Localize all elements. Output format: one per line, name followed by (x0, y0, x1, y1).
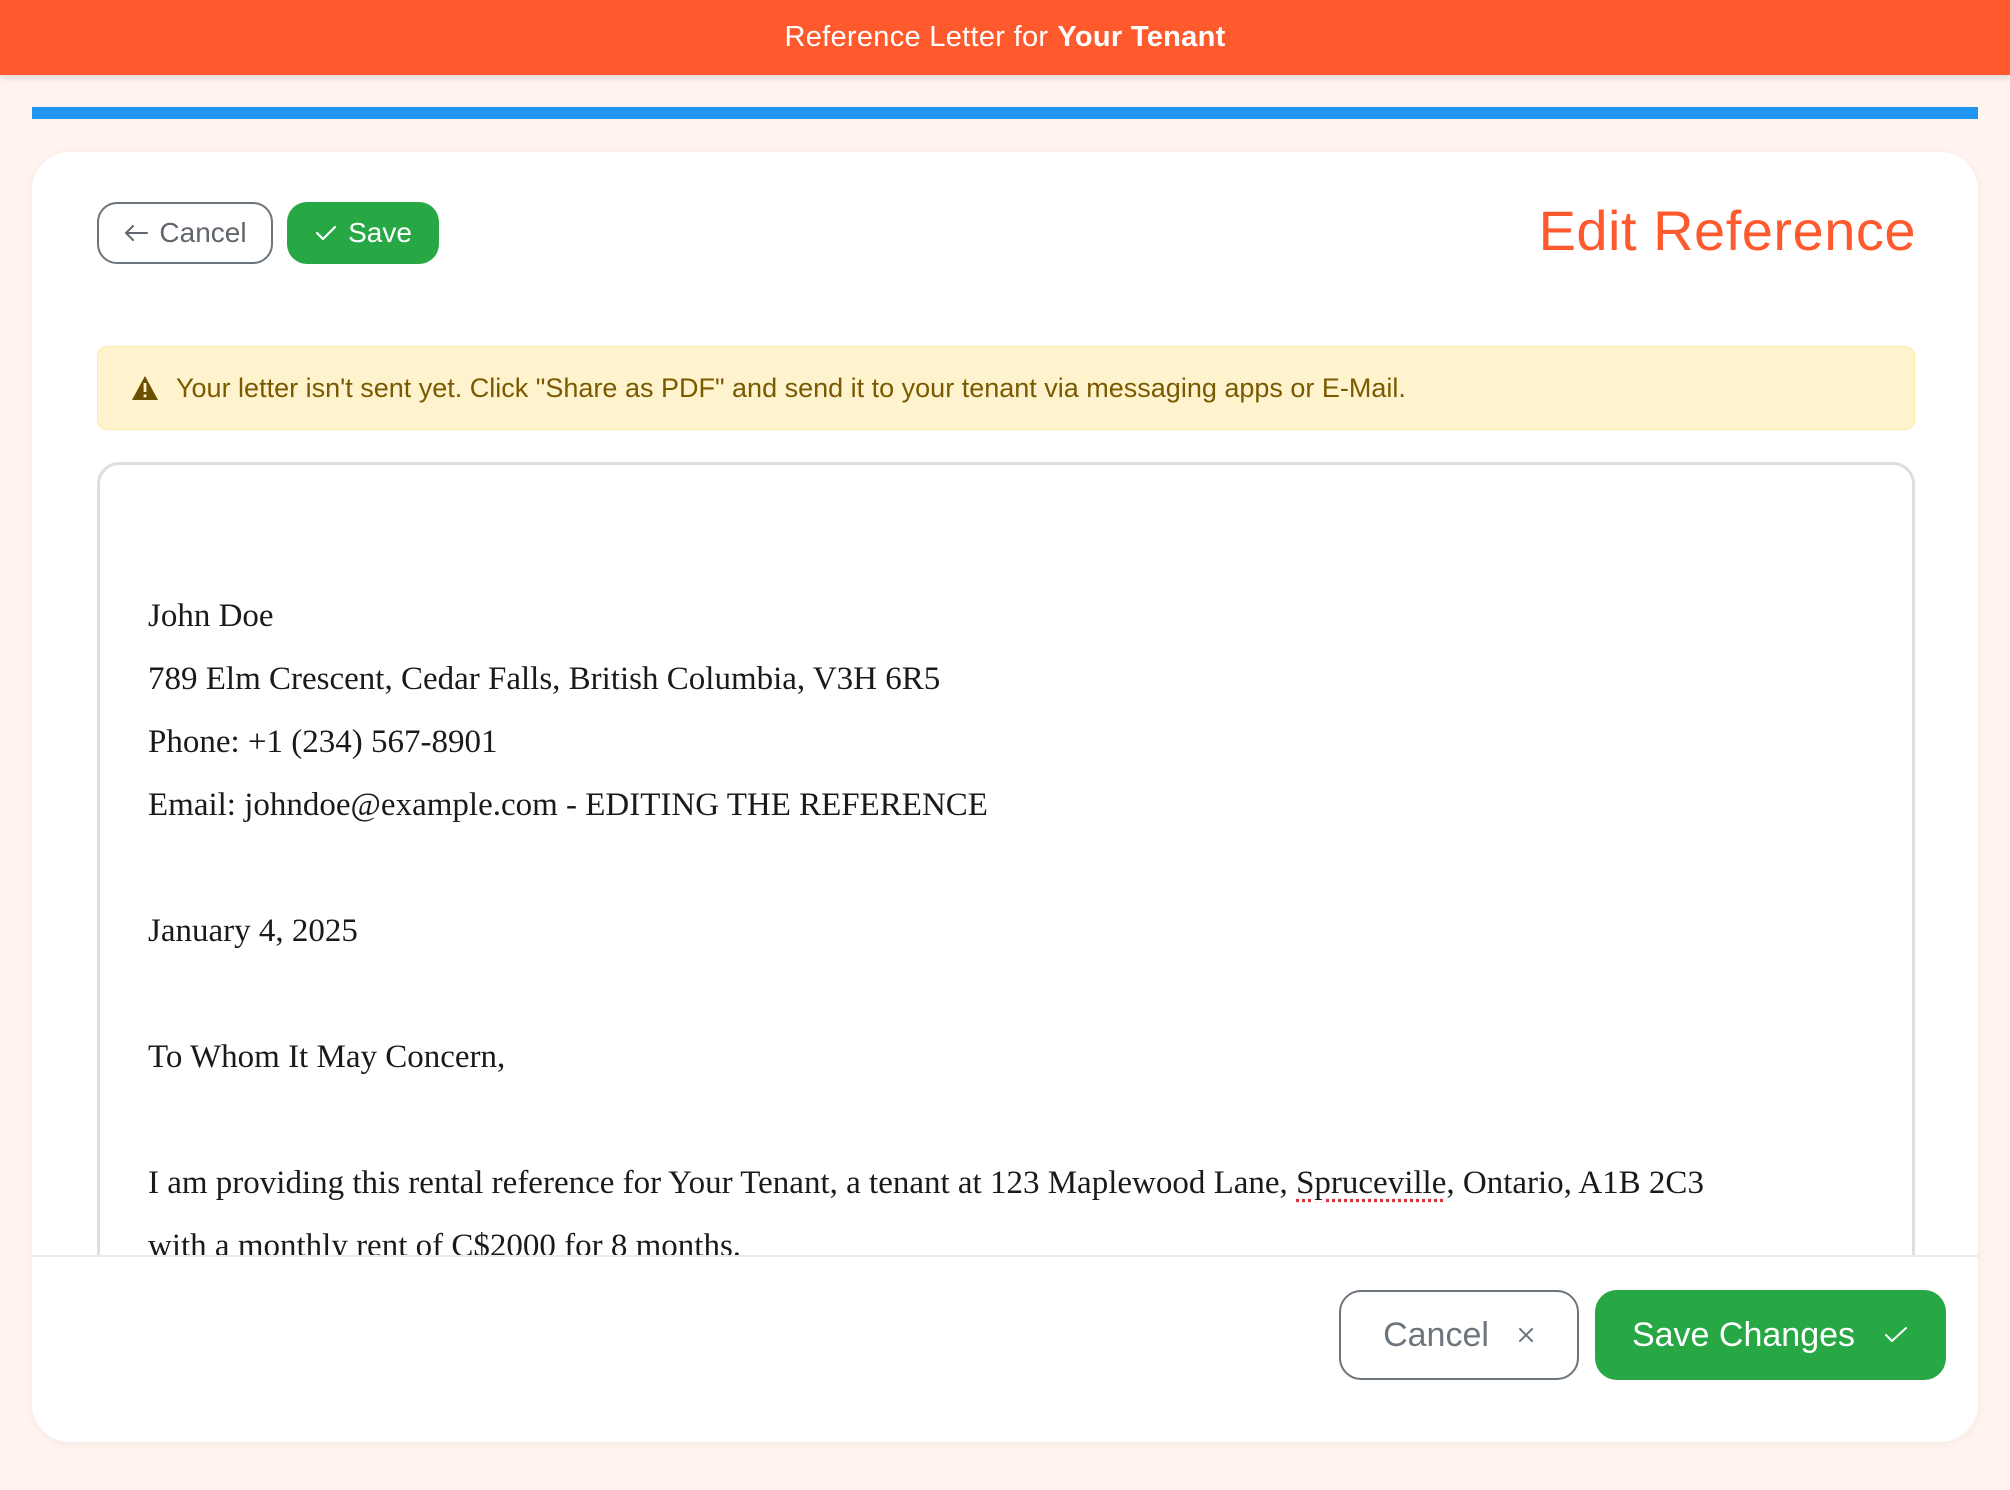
footer-actions: Cancel Save Changes (32, 1255, 1978, 1442)
page-title: Edit Reference (1538, 199, 1916, 262)
cancel-button-label: Cancel (159, 217, 247, 248)
letter-editor[interactable]: John Doe 789 Elm Crescent, Cedar Falls, … (97, 462, 1915, 1282)
close-icon (1517, 1326, 1535, 1344)
sender-email: Email: johndoe@example.com - EDITING THE… (148, 787, 988, 823)
header-tenant-name: Your Tenant (1057, 21, 1226, 53)
header-title-prefix: Reference Letter for (784, 21, 1049, 53)
footer-cancel-button[interactable]: Cancel (1339, 1290, 1579, 1380)
progress-bar (32, 107, 1978, 119)
unsent-warning-alert: Your letter isn't sent yet. Click "Share… (97, 346, 1915, 430)
edit-reference-card: Cancel Save Edit Reference Your letter i… (32, 152, 1978, 1442)
save-button-label: Save (348, 217, 412, 248)
letter-body-line: I am providing this rental reference for… (148, 1152, 1912, 1215)
letter-date: January 4, 2025 (148, 913, 358, 949)
body-text-part: , Ontario, A1B 2C3 (1446, 1165, 1704, 1201)
body-text-part: I am providing this rental reference for… (148, 1165, 1297, 1201)
check-icon (314, 223, 338, 243)
letter-salutation: To Whom It May Concern, (148, 1039, 506, 1075)
save-changes-button[interactable]: Save Changes (1595, 1290, 1946, 1380)
check-icon (1883, 1325, 1909, 1345)
arrow-left-icon (123, 223, 149, 243)
save-changes-label: Save Changes (1631, 1315, 1856, 1354)
alert-message: Your letter isn't sent yet. Click "Share… (176, 372, 1406, 403)
misspelled-word: Spruceville (1296, 1165, 1447, 1201)
save-button[interactable]: Save (287, 202, 439, 264)
app-header: Reference Letter for Your Tenant (0, 0, 2010, 75)
sender-address: 789 Elm Crescent, Cedar Falls, British C… (148, 661, 941, 697)
warning-triangle-icon (130, 374, 160, 402)
footer-cancel-label: Cancel (1383, 1315, 1489, 1354)
sender-name: John Doe (148, 598, 274, 634)
sender-phone: Phone: +1 (234) 567-8901 (148, 724, 498, 760)
cancel-button[interactable]: Cancel (97, 202, 273, 264)
